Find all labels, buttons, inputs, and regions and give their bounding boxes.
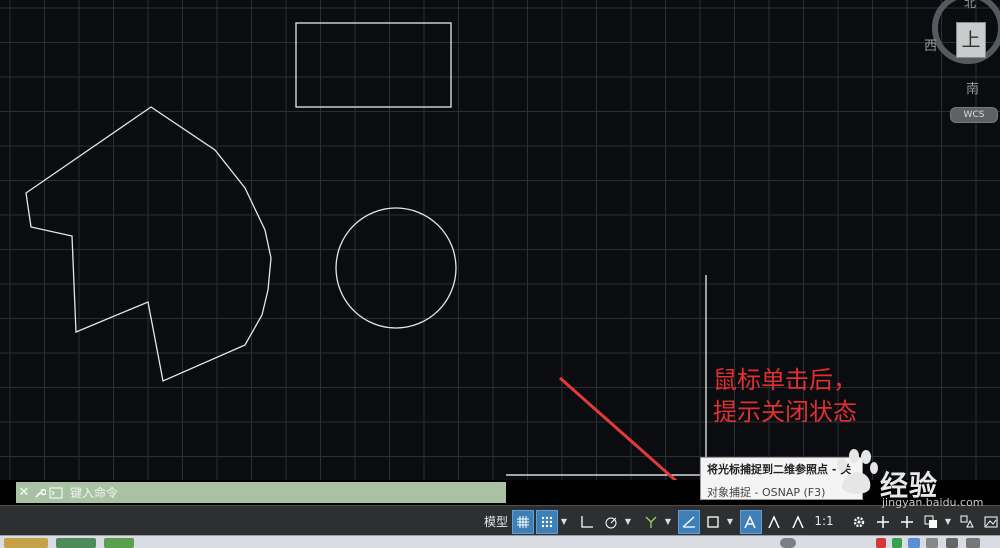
baidu-jingyan-watermark: 经验 jingyan.baidu.com <box>832 438 984 509</box>
workspace-gear-icon[interactable] <box>848 510 870 534</box>
quick-properties-icon[interactable] <box>920 510 942 534</box>
snap-dropdown-icon[interactable]: ▼ <box>560 510 568 532</box>
model-tab[interactable]: 模型 <box>482 510 510 532</box>
auto-scale-icon[interactable] <box>764 510 786 534</box>
status-bar: 模型 ▼ ▼ ▼ ▼ 1:1 ▼ <box>0 505 1000 536</box>
compass-west[interactable]: 西 <box>924 35 937 54</box>
circle-shape[interactable] <box>335 207 457 329</box>
watermark-url: jingyan.baidu.com <box>882 496 984 509</box>
osnap-dropdown-icon[interactable]: ▼ <box>726 510 734 532</box>
snap-mode-icon[interactable] <box>536 510 558 534</box>
object-snap-icon[interactable] <box>702 510 724 534</box>
hardware-acceleration-icon[interactable] <box>980 510 1000 534</box>
close-icon[interactable]: ✕ <box>16 484 32 502</box>
object-snap-tracking-icon[interactable] <box>678 510 700 534</box>
compass-north[interactable]: 北 <box>964 0 976 11</box>
command-input[interactable]: 键入命令 <box>70 484 118 501</box>
windows-taskbar <box>0 535 1000 548</box>
viewcube[interactable]: 北 西 上 南 WCS <box>924 0 1000 125</box>
ortho-icon[interactable] <box>576 510 598 534</box>
scale-label[interactable]: 1:1 <box>810 510 838 532</box>
rectangle-shape[interactable] <box>295 22 452 108</box>
isolate-objects-icon[interactable] <box>956 510 978 534</box>
polar-tracking-icon[interactable] <box>600 510 622 534</box>
annotation-monitor-icon[interactable] <box>872 510 894 534</box>
viewcube-top-face[interactable]: 上 <box>956 22 986 58</box>
annotation-visibility-icon[interactable] <box>740 510 762 534</box>
isometric-dropdown-icon[interactable]: ▼ <box>664 510 672 532</box>
polar-dropdown-icon[interactable]: ▼ <box>624 510 632 532</box>
isometric-drafting-icon[interactable] <box>640 510 662 534</box>
annotation-text: 鼠标单击后， 提示关闭状态 <box>713 366 857 426</box>
paw-logo-icon <box>837 449 878 494</box>
wcs-menu-button[interactable]: WCS <box>950 107 998 123</box>
annotation-scale-icon[interactable] <box>788 510 810 534</box>
command-line[interactable]: ✕ 键入命令 <box>16 482 506 503</box>
wrench-icon[interactable] <box>32 484 48 502</box>
units-icon[interactable] <box>896 510 918 534</box>
compass-south[interactable]: 南 <box>966 78 979 97</box>
annotation-arrow <box>559 376 678 480</box>
props-dropdown-icon[interactable]: ▼ <box>944 510 952 532</box>
prompt-icon[interactable] <box>48 484 64 502</box>
grid-display-icon[interactable] <box>512 510 534 534</box>
